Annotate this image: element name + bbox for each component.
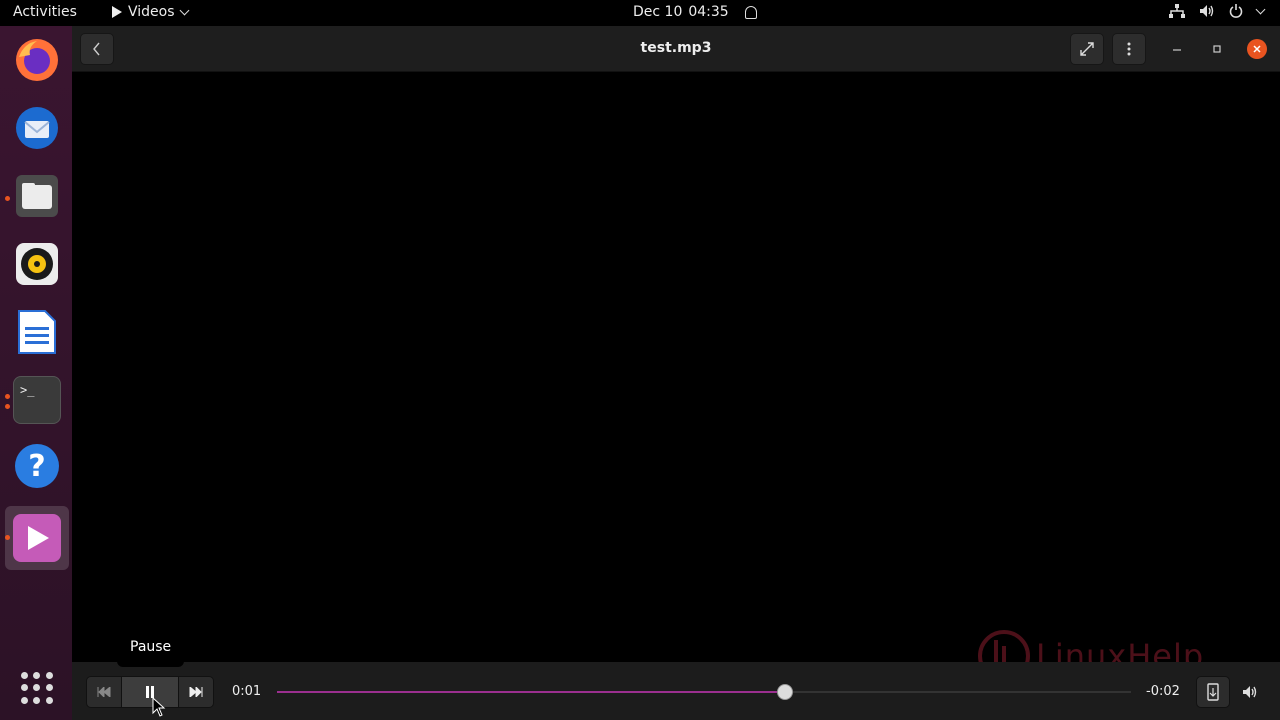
fullscreen-icon — [1080, 42, 1094, 56]
network-icon — [1169, 4, 1185, 18]
maximize-button[interactable] — [1207, 39, 1227, 59]
header-bar: test.mp3 — [72, 26, 1280, 72]
firefox-icon — [16, 39, 58, 81]
dock-item-help[interactable]: ? — [15, 444, 59, 488]
dock-item-terminal[interactable]: >_ — [13, 376, 61, 424]
minimize-icon — [1173, 49, 1181, 51]
video-area[interactable] — [72, 72, 1280, 662]
skip-forward-icon — [189, 687, 203, 697]
dock-item-videos[interactable] — [13, 514, 61, 562]
show-applications-button[interactable] — [21, 672, 53, 704]
dock-item-rhythmbox[interactable] — [13, 240, 61, 288]
previous-button[interactable] — [87, 677, 121, 707]
dock-item-thunderbird[interactable] — [13, 104, 61, 152]
chevron-down-icon — [1255, 4, 1266, 14]
running-indicator — [5, 394, 10, 399]
notification-bell-icon — [744, 5, 757, 19]
elapsed-time: 0:01 — [232, 684, 262, 699]
power-icon — [1229, 4, 1243, 18]
terminal-icon: >_ — [20, 383, 35, 397]
clock[interactable]: Dec 10 04:35 — [633, 4, 757, 20]
more-vertical-icon — [1127, 42, 1131, 56]
chevron-left-icon — [93, 42, 100, 56]
volume-icon — [1243, 686, 1257, 698]
seek-bar[interactable] — [277, 684, 1131, 700]
clock-date: Dec 10 — [633, 4, 683, 20]
files-icon — [16, 175, 58, 217]
mouse-cursor-icon — [152, 697, 166, 717]
help-icon: ? — [28, 448, 46, 484]
seek-bar-handle[interactable] — [777, 684, 794, 700]
dock: >_ ? — [0, 26, 72, 720]
system-tray[interactable] — [1169, 4, 1266, 18]
dock-item-writer[interactable] — [13, 308, 61, 356]
back-button[interactable] — [80, 33, 114, 65]
minimize-button[interactable] — [1167, 39, 1187, 59]
play-pause-button[interactable] — [121, 677, 179, 707]
dock-item-firefox[interactable] — [13, 36, 61, 84]
clock-time: 04:35 — [688, 4, 729, 20]
app-menu[interactable]: Videos — [112, 4, 189, 20]
app-menu-label: Videos — [128, 4, 175, 20]
writer-icon — [18, 310, 56, 354]
close-button[interactable] — [1247, 39, 1267, 59]
running-indicator — [5, 196, 10, 201]
top-bar: Activities Videos Dec 10 04:35 — [0, 0, 1280, 26]
dock-item-files[interactable] — [13, 172, 61, 220]
play-icon — [112, 6, 122, 18]
activities-button[interactable]: Activities — [13, 4, 77, 20]
thunderbird-icon — [16, 107, 58, 149]
rotate-icon — [1207, 683, 1219, 701]
transport-buttons — [86, 676, 214, 708]
videos-icon — [28, 526, 49, 550]
running-indicator — [5, 404, 10, 409]
remaining-time: -0:02 — [1146, 684, 1180, 699]
volume-icon — [1200, 5, 1214, 17]
skip-back-icon — [97, 687, 111, 697]
next-button[interactable] — [179, 677, 213, 707]
seek-bar-fill — [277, 691, 786, 693]
fullscreen-button[interactable] — [1070, 33, 1104, 65]
running-indicator — [5, 535, 10, 540]
maximize-icon — [1213, 45, 1221, 53]
volume-button[interactable] — [1242, 684, 1258, 703]
pause-tooltip: Pause — [117, 627, 185, 667]
close-icon — [1253, 45, 1261, 53]
chevron-down-icon — [179, 5, 189, 15]
menu-button[interactable] — [1112, 33, 1146, 65]
rhythmbox-icon — [16, 243, 58, 285]
playback-controls: 0:01 -0:02 — [72, 662, 1280, 720]
rotate-button[interactable] — [1196, 676, 1230, 708]
